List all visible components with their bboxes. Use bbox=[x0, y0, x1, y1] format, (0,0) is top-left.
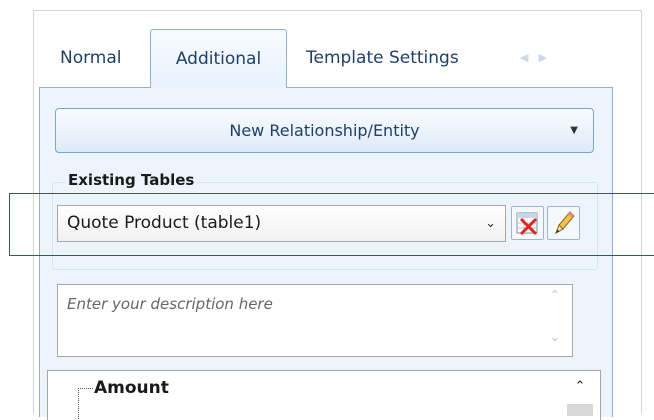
tab-scroll-arrows[interactable]: ◀▶ bbox=[520, 51, 557, 64]
triangle-right-icon[interactable]: ▶ bbox=[538, 51, 556, 64]
tree-item-amount[interactable]: Amount bbox=[94, 378, 169, 398]
scroll-up-icon[interactable]: ⌃ bbox=[540, 288, 570, 302]
existing-tables-label: Existing Tables bbox=[66, 171, 197, 189]
delete-table-button[interactable] bbox=[511, 206, 544, 240]
description-placeholder: Enter your description here bbox=[67, 295, 273, 313]
tab-template-settings[interactable]: Template Settings bbox=[299, 36, 466, 78]
triangle-down-icon[interactable]: ▼ bbox=[570, 109, 578, 152]
description-textarea[interactable]: Enter your description here bbox=[57, 284, 573, 357]
triangle-left-icon[interactable]: ◀ bbox=[520, 51, 538, 64]
edit-pencil-icon bbox=[555, 211, 575, 235]
selected-table-value: Quote Product (table1) bbox=[67, 213, 262, 233]
new-relationship-label: New Relationship/Entity bbox=[229, 121, 420, 140]
panel-border bbox=[33, 10, 34, 414]
chevron-down-icon[interactable]: ⌄ bbox=[485, 206, 496, 241]
tree-scroll-thumb[interactable] bbox=[567, 404, 593, 416]
panel-border bbox=[641, 10, 642, 414]
description-scrollbar[interactable]: ⌃ ⌄ bbox=[540, 286, 570, 355]
tree-scroll-up-icon[interactable]: ⌃ bbox=[563, 372, 597, 402]
new-relationship-entity-button[interactable]: New Relationship/Entity ▼ bbox=[55, 108, 594, 153]
tree-connector-lines bbox=[78, 388, 93, 419]
tab-additional[interactable]: Additional bbox=[150, 29, 287, 88]
edit-table-button[interactable] bbox=[547, 206, 580, 240]
panel-border bbox=[33, 10, 642, 11]
tab-normal[interactable]: Normal bbox=[53, 36, 129, 78]
scroll-down-icon[interactable]: ⌄ bbox=[540, 330, 570, 344]
existing-tables-select[interactable]: Quote Product (table1) ⌄ bbox=[57, 205, 506, 242]
delete-table-icon bbox=[516, 212, 538, 236]
